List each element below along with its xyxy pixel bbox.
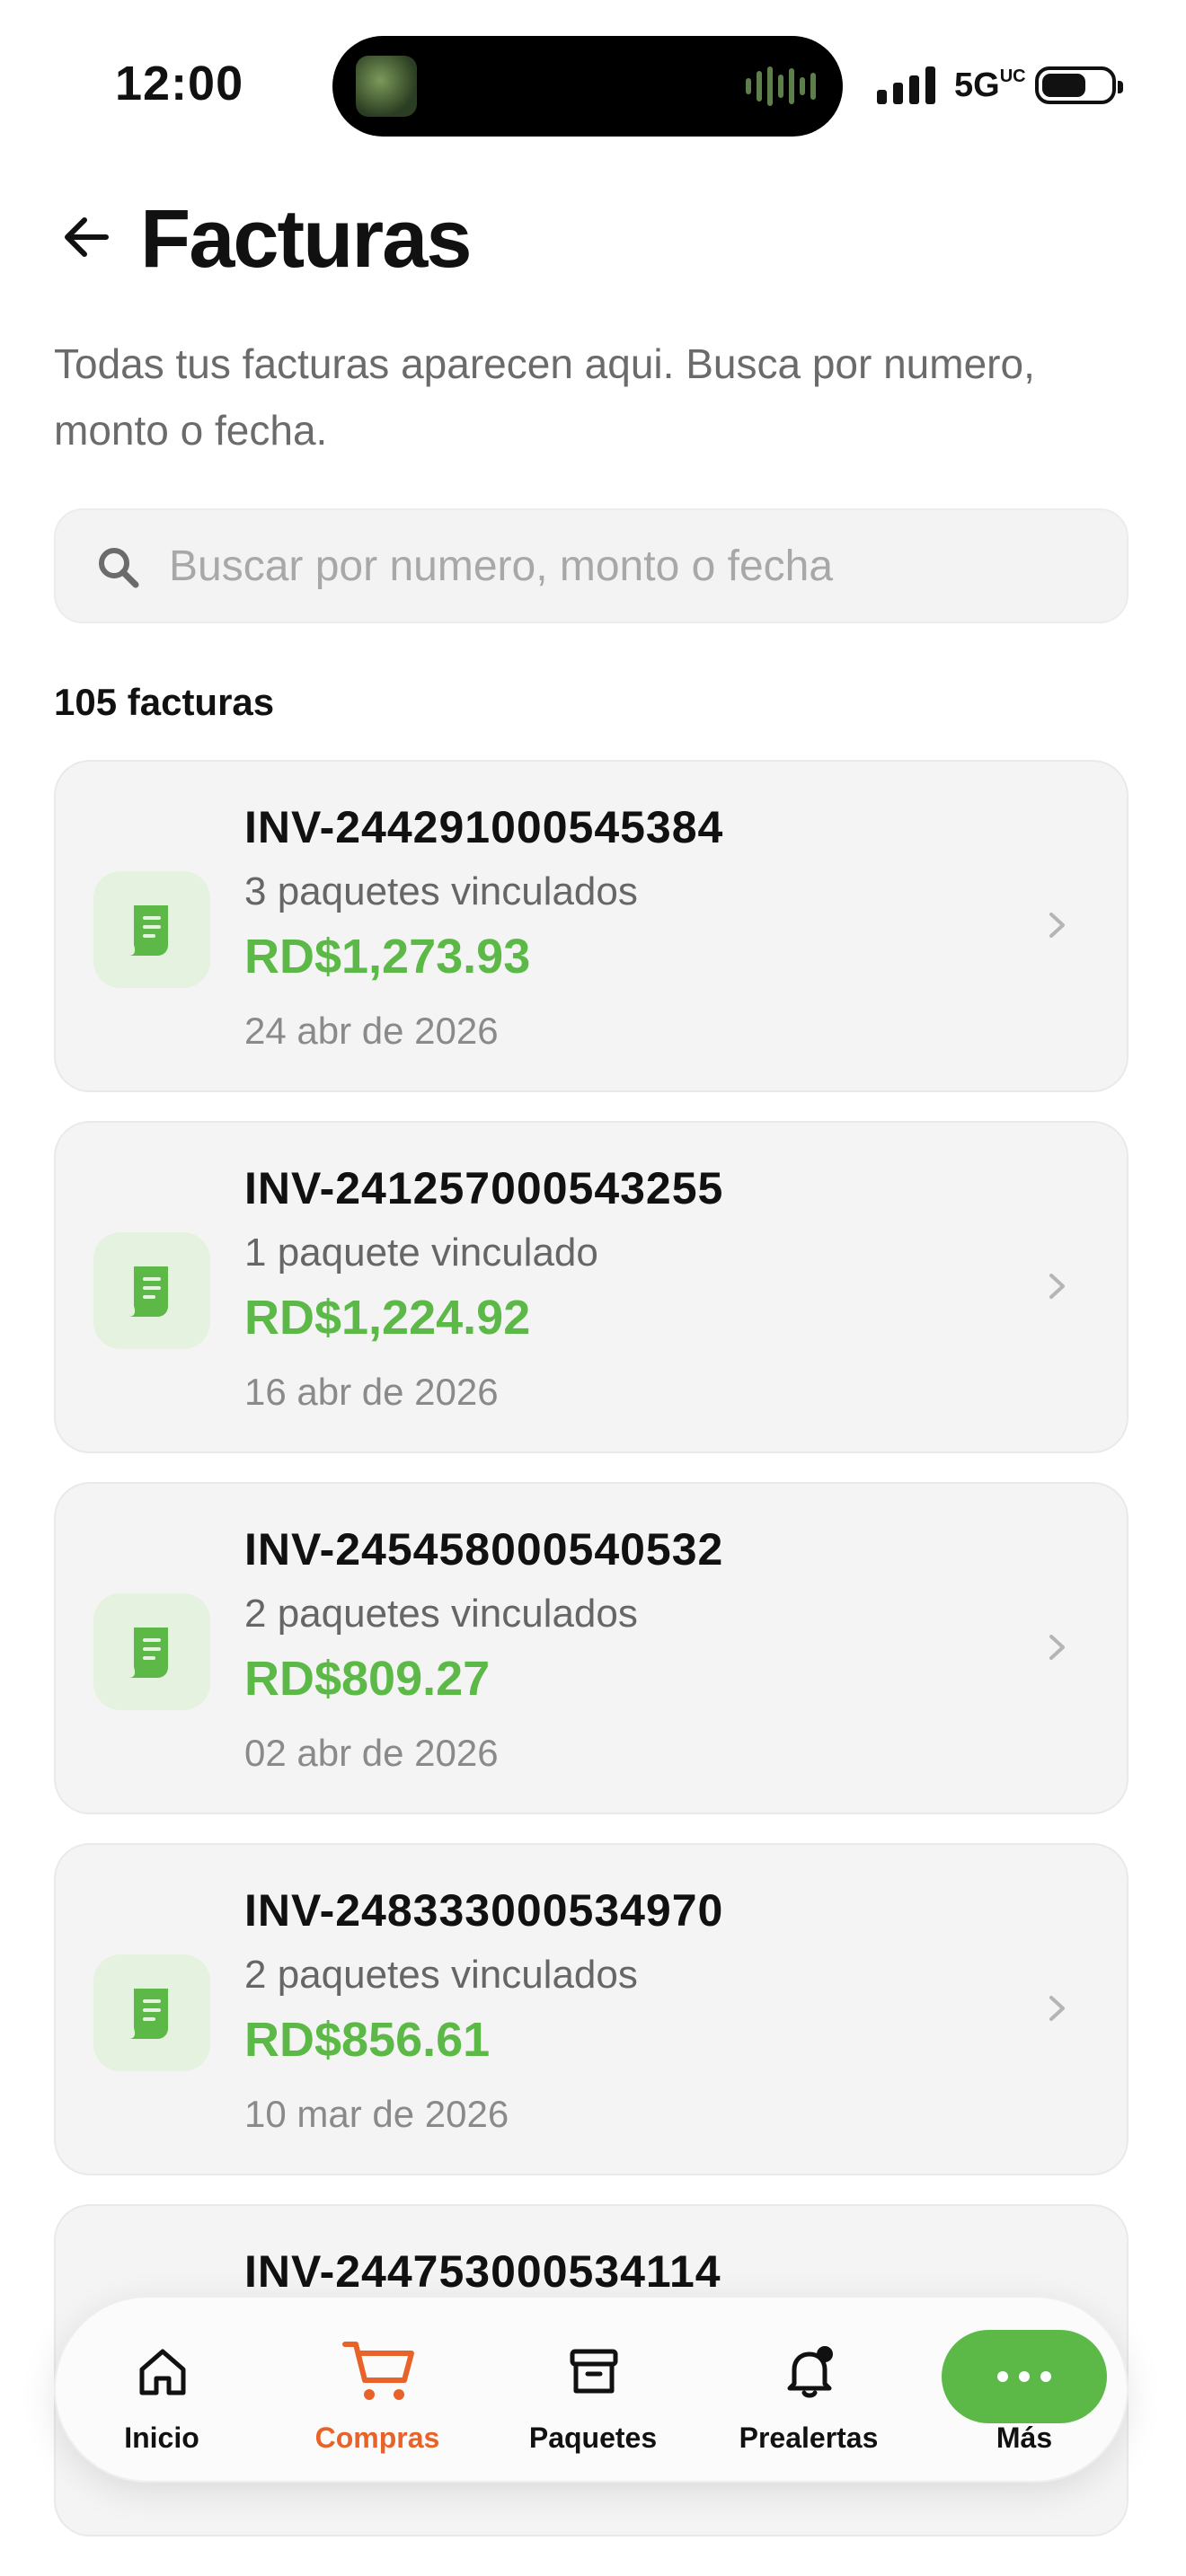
dynamic-island: [332, 36, 843, 137]
invoice-packages: 3 paquetes vinculados: [244, 869, 638, 913]
page-title: Facturas: [140, 193, 472, 285]
invoice-packages: 1 paquete vinculado: [244, 1231, 598, 1275]
more-icon: [942, 2330, 1107, 2423]
home-icon: [135, 2344, 190, 2400]
invoice-date: 10 mar de 2026: [244, 2093, 509, 2135]
status-bar: 12:00 5GUC: [0, 0, 1186, 144]
invoice-count: 105 facturas: [54, 681, 275, 723]
invoice-amount: RD$1,224.92: [244, 1291, 531, 1345]
invoice-card[interactable]: INV-245458000540532 2 paquetes vinculado…: [54, 1482, 1128, 1814]
invoice-date: 24 abr de 2026: [244, 1010, 499, 1052]
back-arrow-icon[interactable]: [58, 208, 115, 266]
tab-label: Compras: [314, 2422, 440, 2454]
invoice-amount: RD$809.27: [244, 1652, 491, 1706]
box-icon: [566, 2344, 622, 2400]
bell-icon: [782, 2344, 837, 2400]
invoice-amount: RD$856.61: [244, 2013, 491, 2067]
search-input[interactable]: [169, 510, 1103, 622]
invoice-amount: RD$1,273.93: [244, 930, 531, 984]
tab-mas[interactable]: Más: [925, 2298, 1123, 2484]
page-subtitle: Todas tus facturas aparecen aqui. Busca …: [54, 340, 1035, 454]
invoice-date: 02 abr de 2026: [244, 1732, 499, 1774]
invoice-list: INV-244291000545384 3 paquetes vinculado…: [54, 760, 1128, 2565]
receipt-icon: [93, 1593, 210, 1710]
battery-icon: [1035, 66, 1123, 104]
search-bar[interactable]: [54, 508, 1128, 623]
invoice-packages: 2 paquetes vinculados: [244, 1953, 638, 1997]
network-type: 5GUC: [954, 66, 1026, 104]
tab-label: Prealertas: [739, 2422, 879, 2454]
invoice-packages: 2 paquetes vinculados: [244, 1592, 638, 1636]
invoice-date: 16 abr de 2026: [244, 1371, 499, 1413]
tab-paquetes[interactable]: Paquetes: [494, 2298, 692, 2484]
chevron-right-icon: [1039, 1990, 1075, 2026]
tab-label: Inicio: [124, 2422, 199, 2454]
tab-prealertas[interactable]: Prealertas: [710, 2298, 907, 2484]
tab-label: Más: [996, 2422, 1053, 2454]
chevron-right-icon: [1039, 1629, 1075, 1665]
status-time: 12:00: [115, 57, 244, 110]
invoice-card[interactable]: INV-248333000534970 2 paquetes vinculado…: [54, 1843, 1128, 2175]
chevron-right-icon: [1039, 1268, 1075, 1304]
invoice-number: INV-244291000545384: [244, 802, 724, 852]
tab-inicio[interactable]: Inicio: [63, 2298, 261, 2484]
receipt-icon: [93, 1232, 210, 1349]
bottom-nav: Inicio Compras Paquetes Prealertas Más: [54, 2296, 1128, 2483]
receipt-icon: [93, 1954, 210, 2071]
signal-icon: [877, 66, 935, 104]
invoice-card[interactable]: INV-244291000545384 3 paquetes vinculado…: [54, 760, 1128, 1092]
now-playing-thumbnail: [356, 56, 417, 117]
invoice-number: INV-245458000540532: [244, 1524, 724, 1575]
invoice-number: INV-248333000534970: [244, 1885, 724, 1936]
invoice-number: INV-241257000543255: [244, 1163, 724, 1213]
search-icon: [93, 543, 144, 593]
tab-label: Paquetes: [528, 2422, 658, 2454]
chevron-right-icon: [1039, 907, 1075, 943]
audio-wave-icon: [746, 66, 816, 106]
invoice-number: INV-244753000534114: [244, 2246, 721, 2297]
cart-icon: [341, 2339, 417, 2404]
invoice-card[interactable]: INV-241257000543255 1 paquete vinculado …: [54, 1121, 1128, 1453]
receipt-icon: [93, 871, 210, 988]
tab-compras[interactable]: Compras: [279, 2298, 476, 2484]
